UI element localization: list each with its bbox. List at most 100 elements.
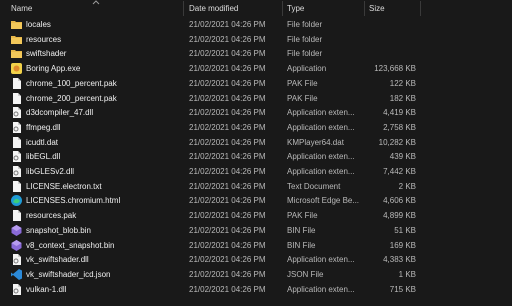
file-row[interactable]: LICENSES.chromium.html 21/02/2021 04:26 P… bbox=[0, 193, 512, 208]
file-name: locales bbox=[26, 20, 51, 29]
file-size bbox=[368, 34, 416, 46]
file-row[interactable]: v8_context_snapshot.bin 21/02/2021 04:26 … bbox=[0, 238, 512, 253]
file-date-modified: 21/02/2021 04:26 PM bbox=[189, 284, 266, 294]
file-name: chrome_100_percent.pak bbox=[26, 78, 117, 88]
file-type: Application exten... bbox=[287, 255, 355, 265]
file-size: 182 KB bbox=[389, 93, 416, 103]
file-type: BIN File bbox=[287, 225, 316, 235]
file-row[interactable]: vulkan-1.dll 21/02/2021 04:26 PM Applicati… bbox=[0, 282, 512, 297]
file-size bbox=[368, 48, 416, 60]
file-icon bbox=[10, 92, 23, 105]
file-name: libEGL.dll bbox=[26, 152, 61, 162]
folder-icon bbox=[10, 47, 23, 60]
file-size: 2 KB bbox=[398, 181, 416, 191]
file-type: Application exten... bbox=[287, 152, 355, 162]
file-date-modified: 21/02/2021 04:26 PM bbox=[189, 34, 266, 44]
file-size bbox=[368, 19, 416, 31]
file-row[interactable]: snapshot_blob.bin 21/02/2021 04:26 PM BIN … bbox=[0, 223, 512, 238]
file-date-modified: 21/02/2021 04:26 PM bbox=[189, 225, 266, 235]
file-row[interactable]: resources.pak 21/02/2021 04:26 PM PAK File… bbox=[0, 208, 512, 223]
file-row[interactable]: chrome_100_percent.pak 21/02/2021 04:26 P… bbox=[0, 76, 512, 91]
dll-icon bbox=[10, 121, 23, 134]
file-date-modified: 21/02/2021 04:26 PM bbox=[189, 49, 266, 59]
file-name: vulkan-1.dll bbox=[26, 284, 67, 294]
column-header-name[interactable]: Name bbox=[11, 3, 32, 15]
dll-icon bbox=[10, 150, 23, 163]
file-name: LICENSE.electron.txt bbox=[26, 181, 102, 191]
file-type: File folder bbox=[287, 20, 323, 29]
dll-icon bbox=[10, 283, 23, 296]
file-size: 439 KB bbox=[389, 152, 416, 162]
column-header-date[interactable]: Date modified bbox=[189, 3, 238, 15]
file-icon bbox=[10, 77, 23, 90]
file-row[interactable]: locales 21/02/2021 04:26 PM File folder bbox=[0, 17, 512, 32]
file-row[interactable]: ffmpeg.dll 21/02/2021 04:26 PM Application… bbox=[0, 120, 512, 135]
file-type: Application bbox=[287, 64, 327, 74]
file-row[interactable]: LICENSE.electron.txt 21/02/2021 04:26 PM T… bbox=[0, 179, 512, 194]
file-type: BIN File bbox=[287, 240, 316, 250]
file-row[interactable]: icudtl.dat 21/02/2021 04:26 PM KMPlayer64.… bbox=[0, 135, 512, 150]
file-type: Application exten... bbox=[287, 167, 355, 176]
file-row[interactable]: resources 21/02/2021 04:26 PM File folder bbox=[0, 32, 512, 47]
file-row[interactable]: Boring App.exe 21/02/2021 04:26 PM Applica… bbox=[0, 61, 512, 76]
file-row[interactable]: vk_swiftshader_icd.json 21/02/2021 04:26 … bbox=[0, 267, 512, 282]
file-type: PAK File bbox=[287, 211, 318, 221]
file-date-modified: 21/02/2021 04:26 PM bbox=[189, 108, 266, 118]
sort-caret-icon bbox=[92, 0, 100, 5]
file-date-modified: 21/02/2021 04:26 PM bbox=[189, 20, 266, 29]
column-divider[interactable] bbox=[364, 1, 365, 16]
file-name: resources bbox=[26, 34, 62, 44]
column-divider[interactable] bbox=[420, 1, 421, 16]
file-date-modified: 21/02/2021 04:26 PM bbox=[189, 122, 266, 132]
file-size: 2,758 KB bbox=[383, 122, 416, 132]
file-icon bbox=[10, 180, 23, 193]
file-name: resources.pak bbox=[26, 211, 77, 221]
file-name: Boring App.exe bbox=[26, 64, 81, 74]
file-size: 1 KB bbox=[398, 269, 416, 279]
file-date-modified: 21/02/2021 04:26 PM bbox=[189, 211, 266, 221]
folder-icon bbox=[10, 18, 23, 31]
file-row[interactable]: chrome_200_percent.pak 21/02/2021 04:26 P… bbox=[0, 91, 512, 106]
file-name: libGLESv2.dll bbox=[26, 167, 75, 176]
column-header-bar: Name Date modified Type Size bbox=[0, 0, 512, 17]
file-size: 10,282 KB bbox=[378, 137, 416, 147]
file-type: Microsoft Edge Be... bbox=[287, 196, 360, 206]
file-type: Application exten... bbox=[287, 284, 355, 294]
bin-icon bbox=[10, 239, 23, 252]
file-row[interactable]: libGLESv2.dll 21/02/2021 04:26 PM Applicat… bbox=[0, 164, 512, 179]
file-type: Text Document bbox=[287, 181, 341, 191]
edge-icon bbox=[10, 194, 23, 207]
file-size: 4,899 KB bbox=[383, 211, 416, 221]
column-header-type[interactable]: Type bbox=[287, 3, 304, 15]
file-date-modified: 21/02/2021 04:26 PM bbox=[189, 167, 266, 176]
file-type: JSON File bbox=[287, 269, 324, 279]
file-name: snapshot_blob.bin bbox=[26, 225, 91, 235]
file-icon bbox=[10, 209, 23, 222]
file-row[interactable]: d3dcompiler_47.dll 21/02/2021 04:26 PM App… bbox=[0, 105, 512, 120]
bin-icon bbox=[10, 224, 23, 237]
file-name: icudtl.dat bbox=[26, 137, 59, 147]
file-name: d3dcompiler_47.dll bbox=[26, 108, 94, 118]
file-row[interactable]: vk_swiftshader.dll 21/02/2021 04:26 PM App… bbox=[0, 252, 512, 267]
file-date-modified: 21/02/2021 04:26 PM bbox=[189, 240, 266, 250]
file-date-modified: 21/02/2021 04:26 PM bbox=[189, 181, 266, 191]
column-header-size[interactable]: Size bbox=[369, 3, 385, 15]
file-row[interactable]: libEGL.dll 21/02/2021 04:26 PM Application… bbox=[0, 149, 512, 164]
file-name: ffmpeg.dll bbox=[26, 122, 61, 132]
file-name: vk_swiftshader_icd.json bbox=[26, 269, 111, 279]
file-name: chrome_200_percent.pak bbox=[26, 93, 117, 103]
file-size: 715 KB bbox=[389, 284, 416, 294]
column-divider[interactable] bbox=[183, 1, 184, 16]
dll-icon bbox=[10, 165, 23, 178]
file-size: 122 KB bbox=[389, 78, 416, 88]
folder-icon bbox=[10, 33, 23, 46]
file-type: Application exten... bbox=[287, 108, 355, 118]
file-size: 123,668 KB bbox=[374, 64, 416, 74]
file-name: vk_swiftshader.dll bbox=[26, 255, 89, 265]
column-divider[interactable] bbox=[282, 1, 283, 16]
file-type: PAK File bbox=[287, 93, 318, 103]
file-row[interactable]: swiftshader 21/02/2021 04:26 PM File folde… bbox=[0, 46, 512, 61]
file-date-modified: 21/02/2021 04:26 PM bbox=[189, 152, 266, 162]
file-date-modified: 21/02/2021 04:26 PM bbox=[189, 269, 266, 279]
file-date-modified: 21/02/2021 04:26 PM bbox=[189, 196, 266, 206]
